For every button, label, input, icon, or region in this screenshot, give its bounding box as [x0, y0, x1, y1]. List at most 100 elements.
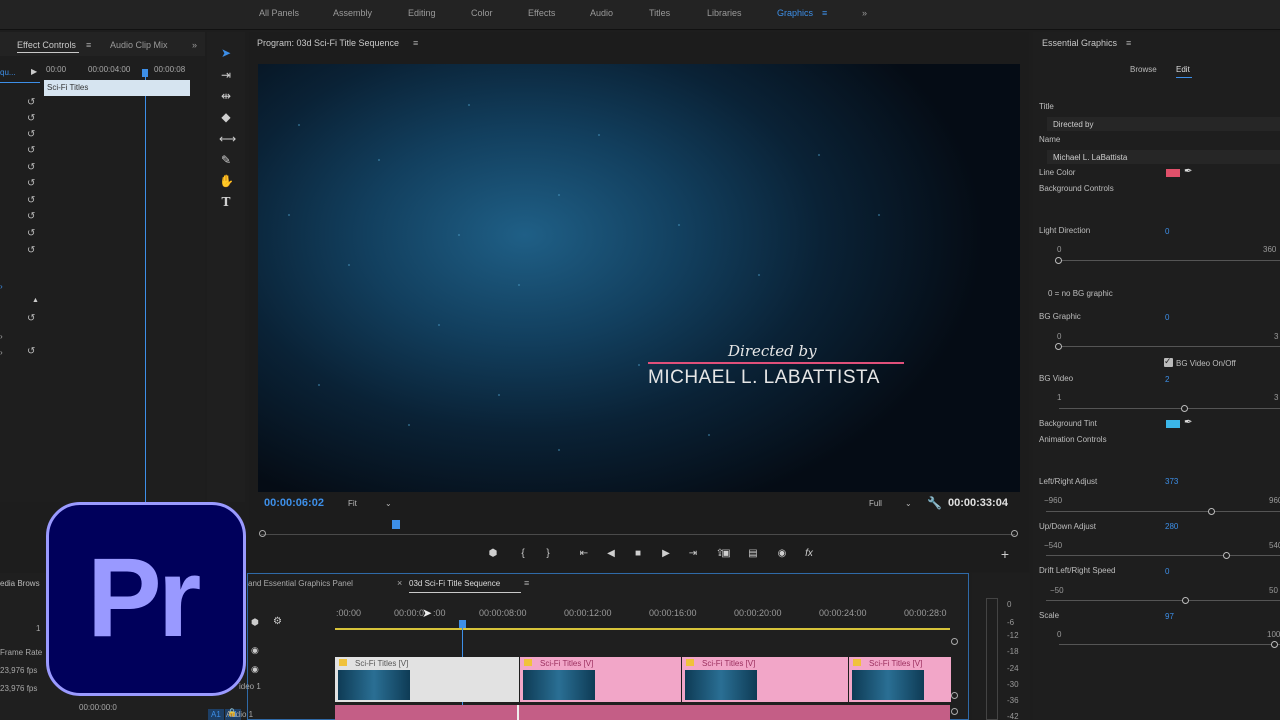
expand-icon[interactable]: ▶ — [31, 67, 37, 76]
ec-clip-bar[interactable]: Sci-Fi Titles — [44, 80, 190, 96]
expand-arrow-icon[interactable]: › — [0, 282, 3, 291]
reset-icon[interactable]: ↺ — [27, 146, 37, 156]
go-to-out-icon[interactable]: ⇥ — [686, 548, 700, 560]
audio-track-clip[interactable] — [335, 705, 950, 720]
export-frame-icon[interactable]: ◉ — [775, 548, 789, 560]
ud-adjust-knob[interactable] — [1223, 552, 1230, 559]
title-text-field[interactable]: Directed by — [1047, 117, 1280, 131]
tab-edit[interactable]: Edit — [1176, 65, 1190, 74]
workspace-color[interactable]: Color — [471, 8, 493, 18]
scrub-start-handle[interactable] — [259, 530, 266, 537]
mark-in-icon[interactable]: { — [516, 548, 530, 560]
timeline-playhead-handle[interactable] — [459, 620, 466, 628]
drift-knob[interactable] — [1182, 597, 1189, 604]
wrench-icon[interactable]: 🔧 — [927, 496, 942, 510]
expand-arrow-icon[interactable]: › — [0, 332, 3, 341]
quality-dropdown[interactable]: Full — [869, 499, 882, 508]
drift-slider[interactable] — [1046, 600, 1280, 601]
go-to-in-icon[interactable]: ⇤ — [577, 548, 591, 560]
tab-browse[interactable]: Browse — [1130, 65, 1157, 74]
track-a1-badge[interactable]: A1 — [208, 709, 224, 720]
panel-menu-icon[interactable]: ≡ — [86, 40, 91, 50]
reset-icon[interactable]: ↺ — [27, 98, 37, 108]
workspace-libraries[interactable]: Libraries — [707, 8, 742, 18]
tab-menu-icon[interactable]: ≡ — [524, 578, 529, 588]
mark-out-icon[interactable]: } — [541, 548, 555, 560]
workspace-editing[interactable]: Editing — [408, 8, 436, 18]
light-direction-slider[interactable] — [1059, 260, 1280, 261]
program-video-frame[interactable]: Directed by MICHAEL L. LABATTISTA — [258, 64, 1020, 492]
bg-video-value[interactable]: 2 — [1165, 375, 1169, 384]
reset-icon[interactable]: ↺ — [27, 347, 37, 357]
timeline-clip[interactable]: Sci-Fi Titles [V] — [520, 657, 681, 702]
overwrite-icon[interactable]: ▤ — [746, 548, 760, 560]
eye-icon[interactable]: ◉ — [251, 645, 259, 656]
work-area-bar[interactable] — [335, 628, 950, 630]
add-marker-icon[interactable]: ⬢ — [251, 617, 259, 628]
button-editor-plus-icon[interactable]: + — [998, 547, 1012, 561]
wrench-icon[interactable]: ⚙ — [273, 616, 282, 627]
workspace-assembly[interactable]: Assembly — [333, 8, 372, 18]
tab-essential-graphics-sequence[interactable]: and Essential Graphics Panel — [248, 579, 353, 588]
bg-graphic-knob[interactable] — [1055, 343, 1062, 350]
reset-icon[interactable]: ↺ — [27, 212, 37, 222]
workspace-effects[interactable]: Effects — [528, 8, 555, 18]
scale-knob[interactable] — [1271, 641, 1278, 648]
add-marker-icon[interactable]: ⬢ — [486, 548, 500, 560]
line-color-swatch[interactable] — [1166, 169, 1180, 177]
program-playhead[interactable] — [392, 520, 400, 529]
tab-sequence[interactable]: 03d Sci-Fi Title Sequence — [409, 579, 500, 588]
slip-tool-icon[interactable]: ⟷ — [219, 132, 236, 146]
ud-adjust-slider[interactable] — [1046, 555, 1280, 556]
tab-audio-clip-mix[interactable]: Audio Clip Mix — [110, 40, 168, 50]
type-tool-icon[interactable]: T — [219, 195, 233, 209]
timeline-clip[interactable]: Sci-Fi Titles [V] — [849, 657, 951, 702]
eyedropper-icon[interactable]: ✒ — [1184, 417, 1192, 428]
chevron-down-icon[interactable]: ⌄ — [905, 499, 912, 508]
timeline-clip[interactable]: Sci-Fi Titles [V] — [335, 657, 519, 702]
track-select-tool-icon[interactable]: ⇥ — [219, 68, 233, 82]
program-scrub-bar[interactable] — [261, 534, 1015, 535]
razor-tool-icon[interactable]: ◆ — [219, 110, 233, 124]
reset-icon[interactable]: ↺ — [27, 196, 37, 206]
name-text-field[interactable]: Michael L. LaBattista — [1047, 150, 1280, 164]
reset-icon[interactable]: ↺ — [27, 114, 37, 124]
scale-slider[interactable] — [1059, 644, 1280, 645]
vertical-scroll-handle[interactable] — [951, 692, 958, 699]
eye-icon[interactable]: ◉ — [251, 664, 259, 675]
light-direction-value[interactable]: 0 — [1165, 227, 1169, 236]
bg-video-slider[interactable] — [1059, 408, 1280, 409]
chevron-down-icon[interactable]: ⌄ — [385, 499, 392, 508]
reset-icon[interactable]: ↺ — [27, 314, 37, 324]
selection-tool-icon[interactable]: ➤ — [219, 46, 233, 60]
close-tab-icon[interactable]: × — [397, 578, 402, 588]
workspace-graphics[interactable]: Graphics — [777, 8, 813, 18]
expand-arrow-icon[interactable]: › — [0, 348, 3, 357]
workspace-menu-icon[interactable]: ≡ — [822, 8, 827, 18]
scale-value[interactable]: 97 — [1165, 612, 1174, 621]
program-menu-icon[interactable]: ≡ — [413, 38, 418, 48]
more-workspaces-icon[interactable]: » — [862, 8, 867, 18]
eyedropper-icon[interactable]: ✒ — [1184, 166, 1192, 177]
ec-playhead-handle[interactable] — [142, 69, 148, 77]
step-back-icon[interactable]: ◀ — [604, 548, 618, 560]
bg-graphic-value[interactable]: 0 — [1165, 313, 1169, 322]
vertical-scroll-handle[interactable] — [951, 708, 958, 715]
vertical-scroll-handle[interactable] — [951, 638, 958, 645]
program-current-timecode[interactable]: 00:00:06:02 — [264, 497, 324, 509]
bg-video-knob[interactable] — [1181, 405, 1188, 412]
step-forward-icon[interactable]: ▶ — [659, 548, 673, 560]
ripple-edit-tool-icon[interactable]: ⇹ — [219, 89, 233, 103]
drift-value[interactable]: 0 — [1165, 567, 1169, 576]
bg-tint-swatch[interactable] — [1166, 420, 1180, 428]
insert-icon[interactable]: ▣ — [719, 548, 733, 560]
lr-adjust-value[interactable]: 373 — [1165, 477, 1178, 486]
hand-tool-icon[interactable]: ✋ — [219, 174, 234, 188]
reset-icon[interactable]: ↺ — [27, 163, 37, 173]
workspace-titles[interactable]: Titles — [649, 8, 670, 18]
workspace-all-panels[interactable]: All Panels — [259, 8, 299, 18]
light-direction-knob[interactable] — [1055, 257, 1062, 264]
reset-icon[interactable]: ↺ — [27, 130, 37, 140]
reset-icon[interactable]: ↺ — [27, 179, 37, 189]
tab-media-browser[interactable]: edia Brows — [0, 579, 40, 588]
